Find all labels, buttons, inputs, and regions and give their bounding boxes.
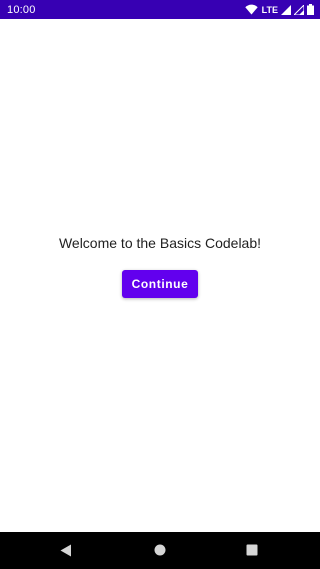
lte-label: LTE <box>261 4 278 15</box>
back-icon[interactable] <box>56 540 76 560</box>
signal-icon <box>294 4 304 15</box>
navigation-bar <box>0 532 320 569</box>
status-time: 10:00 <box>7 3 36 16</box>
continue-button[interactable]: Continue <box>122 270 198 298</box>
battery-icon <box>307 4 314 15</box>
home-icon[interactable] <box>150 540 170 560</box>
status-bar: 10:00 LTE <box>0 0 320 19</box>
recents-icon[interactable] <box>242 540 262 560</box>
main-content: Welcome to the Basics Codelab! Continue <box>0 19 320 532</box>
welcome-text: Welcome to the Basics Codelab! <box>58 235 262 251</box>
lte-signal-icon <box>281 4 291 15</box>
status-icons: LTE <box>244 4 314 15</box>
wifi-icon <box>244 4 258 15</box>
